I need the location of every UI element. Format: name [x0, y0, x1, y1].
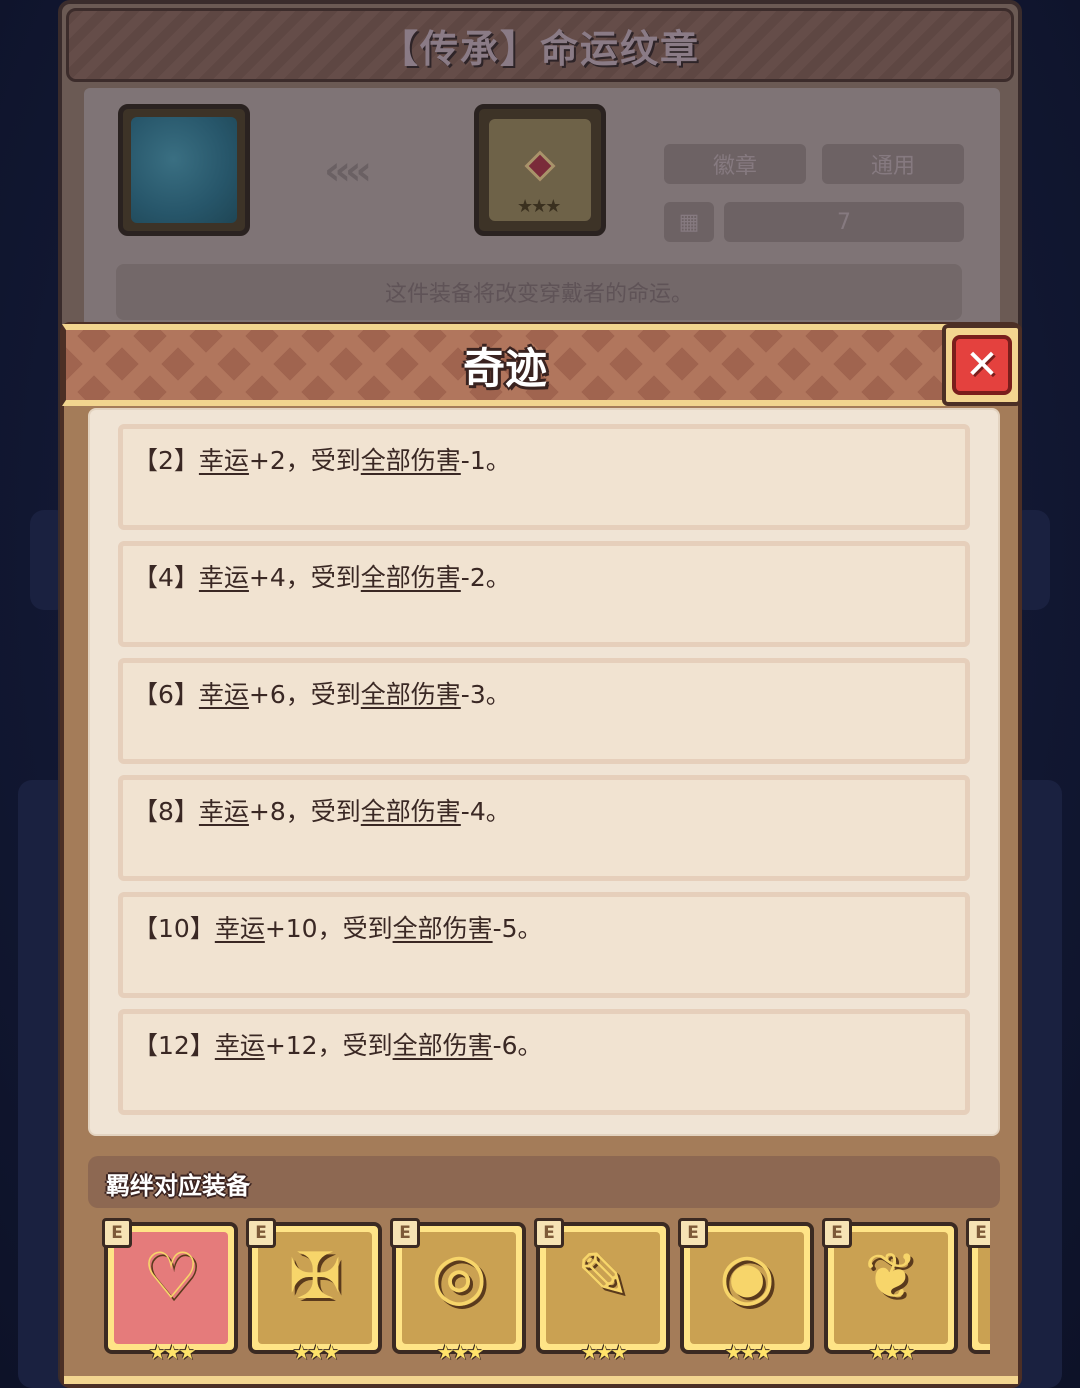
- hero-portrait-frame[interactable]: [118, 104, 250, 236]
- bond-target-link[interactable]: 全部伤害: [361, 797, 461, 826]
- bond-tier: 【10】: [133, 914, 215, 943]
- ring-gem-icon: ◉: [719, 1240, 775, 1314]
- miracle-popup: 奇迹 ✕ 【2】幸运+2，受到全部伤害-1。 【4】幸运+4，受到全部伤害-2。…: [60, 322, 1022, 1388]
- bond-target-value: -6。: [492, 1031, 543, 1060]
- slot-grid-icon: ▦: [664, 202, 714, 242]
- equip-tag-icon: E: [966, 1218, 990, 1248]
- bond-row: 【10】幸运+10，受到全部伤害-5。: [118, 892, 970, 998]
- equip-tag-icon: E: [102, 1218, 132, 1248]
- bond-stat-value: +4，受到: [248, 563, 361, 592]
- popup-footer-trim: [64, 1376, 1018, 1384]
- bond-stat-value: +12，受到: [264, 1031, 393, 1060]
- star-rating: ★★★: [148, 1340, 197, 1364]
- equip-tag-icon: E: [246, 1218, 276, 1248]
- bond-tier: 【8】: [133, 797, 199, 826]
- bond-stat-value: +2，受到: [248, 446, 361, 475]
- bond-target-link[interactable]: 全部伤害: [393, 914, 493, 943]
- popup-title: 奇迹: [462, 343, 547, 393]
- star-rating: ★★★: [580, 1340, 629, 1364]
- equipment-slot-ring[interactable]: ◎ E ★★★: [390, 1218, 526, 1364]
- close-button[interactable]: ✕: [942, 324, 1022, 406]
- necklace-icon: ♡: [142, 1240, 200, 1314]
- bond-target-link[interactable]: 全部伤害: [361, 563, 461, 592]
- bond-stat-value: +8，受到: [248, 797, 361, 826]
- bond-row: 【8】幸运+8，受到全部伤害-4。: [118, 775, 970, 881]
- bond-equipment-header: 羁绊对应装备: [88, 1156, 1000, 1208]
- badge-item-frame[interactable]: ★★★: [474, 104, 606, 236]
- bond-target-value: -4。: [460, 797, 511, 826]
- ring-icon: ◎: [431, 1240, 487, 1314]
- bond-stat-link[interactable]: 幸运: [215, 914, 265, 943]
- slot-background: [978, 1232, 990, 1344]
- star-rating: ★★★: [868, 1340, 917, 1364]
- scroll-icon: ✎: [576, 1240, 630, 1314]
- bond-stat-link[interactable]: 幸运: [199, 563, 249, 592]
- equipment-slot-gem-ring[interactable]: ◉ E ★★★: [678, 1218, 814, 1364]
- bond-list: 【2】幸运+2，受到全部伤害-1。 【4】幸运+4，受到全部伤害-2。 【6】幸…: [88, 408, 1000, 1136]
- tag-class: 通用: [822, 144, 964, 184]
- bond-row: 【2】幸运+2，受到全部伤害-1。: [118, 424, 970, 530]
- hero-portrait-icon: [131, 117, 237, 223]
- bond-stat-link[interactable]: 幸运: [199, 680, 249, 709]
- item-info-panel: ‹‹‹‹ ★★★ 徽章 通用 ▦ 7 这件装备将改变穿戴者的命运。: [84, 88, 1000, 328]
- star-rating: ★★★: [292, 1340, 341, 1364]
- equipment-slot-partial[interactable]: E: [966, 1218, 990, 1354]
- equipment-slot-armor[interactable]: ✠ E ★★★: [246, 1218, 382, 1364]
- item-title-bar: 【传承】命运纹章: [66, 8, 1014, 82]
- equip-tag-icon: E: [678, 1218, 708, 1248]
- bond-row: 【12】幸运+12，受到全部伤害-6。: [118, 1009, 970, 1115]
- amulet-icon: ❦: [864, 1240, 918, 1314]
- bond-target-link[interactable]: 全部伤害: [361, 680, 461, 709]
- badge-stars: ★★★: [517, 196, 561, 217]
- equipment-slot-necklace[interactable]: ♡ E ★★★: [102, 1218, 238, 1364]
- bond-stat-link[interactable]: 幸运: [199, 446, 249, 475]
- tag-category: 徽章: [664, 144, 806, 184]
- transfer-arrows-icon: ‹‹‹‹: [324, 148, 372, 194]
- bond-tier: 【4】: [133, 563, 199, 592]
- badge-icon: ★★★: [489, 119, 591, 221]
- bond-tier: 【2】: [133, 446, 199, 475]
- bond-equipment-title: 羁绊对应装备: [106, 1172, 250, 1200]
- equipment-slot-scroll[interactable]: ✎ E ★★★: [534, 1218, 670, 1364]
- bond-target-value: -2。: [460, 563, 511, 592]
- star-rating: ★★★: [436, 1340, 485, 1364]
- bond-row: 【4】幸运+4，受到全部伤害-2。: [118, 541, 970, 647]
- item-title: 【传承】命运纹章: [379, 26, 700, 71]
- bond-target-link[interactable]: 全部伤害: [361, 446, 461, 475]
- equip-tag-icon: E: [822, 1218, 852, 1248]
- bond-equipment-list[interactable]: ♡ E ★★★ ✠ E ★★★ ◎ E ★★★ ✎ E ★★★ ◉ E ★★★: [94, 1214, 990, 1364]
- close-icon: ✕: [952, 335, 1012, 395]
- bond-stat-link[interactable]: 幸运: [215, 1031, 265, 1060]
- item-count: 7: [724, 202, 964, 242]
- bond-target-value: -1。: [460, 446, 511, 475]
- bond-tier: 【12】: [133, 1031, 215, 1060]
- equip-tag-icon: E: [390, 1218, 420, 1248]
- popup-header: 奇迹: [62, 324, 948, 406]
- bond-stat-value: +10，受到: [264, 914, 393, 943]
- bond-stat-link[interactable]: 幸运: [199, 797, 249, 826]
- item-description: 这件装备将改变穿戴者的命运。: [116, 264, 962, 320]
- bond-stat-value: +6，受到: [248, 680, 361, 709]
- bond-target-value: -3。: [460, 680, 511, 709]
- bond-target-link[interactable]: 全部伤害: [393, 1031, 493, 1060]
- bond-target-value: -5。: [492, 914, 543, 943]
- star-rating: ★★★: [724, 1340, 773, 1364]
- armor-icon: ✠: [288, 1240, 342, 1314]
- equipment-slot-amulet[interactable]: ❦ E ★★★: [822, 1218, 958, 1364]
- gem-icon: [524, 150, 556, 182]
- bond-tier: 【6】: [133, 680, 199, 709]
- bond-row: 【6】幸运+6，受到全部伤害-3。: [118, 658, 970, 764]
- equip-tag-icon: E: [534, 1218, 564, 1248]
